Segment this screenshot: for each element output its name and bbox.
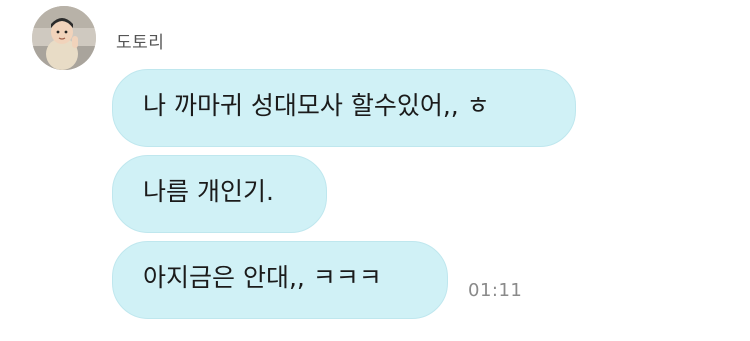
message-bubble[interactable]: 나 까마귀 성대모사 할수있어,, ㅎ <box>112 69 576 147</box>
chat-view: 도토리 나 까마귀 성대모사 할수있어,, ㅎ 나름 개인기. 아지금은 안대,… <box>0 0 750 341</box>
message-timestamp: 01:11 <box>468 280 523 301</box>
sender-name: 도토리 <box>116 33 165 53</box>
message-row: 나 까마귀 성대모사 할수있어,, ㅎ <box>112 69 576 147</box>
message-row: 나름 개인기. <box>112 155 327 233</box>
message-bubble[interactable]: 아지금은 안대,, ㅋㅋㅋ <box>112 241 448 319</box>
avatar-photo <box>32 6 96 70</box>
message-bubble[interactable]: 나름 개인기. <box>112 155 327 233</box>
message-row: 아지금은 안대,, ㅋㅋㅋ 01:11 <box>112 241 522 319</box>
avatar[interactable] <box>32 6 96 70</box>
